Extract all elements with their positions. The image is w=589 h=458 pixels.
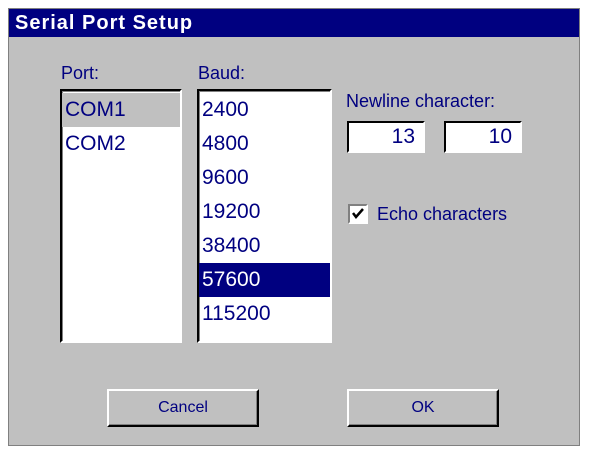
- port-item-com1[interactable]: COM1: [62, 93, 180, 127]
- echo-label: Echo characters: [377, 204, 508, 224]
- port-item-com2[interactable]: COM2: [62, 127, 180, 161]
- dialog-title: Serial Port Setup: [9, 9, 579, 37]
- baud-item-38400[interactable]: 38400: [199, 229, 330, 263]
- cancel-button[interactable]: Cancel: [107, 389, 259, 427]
- baud-listbox[interactable]: 2400 4800 9600 19200 38400 57600 115200: [197, 89, 332, 343]
- baud-item-115200[interactable]: 115200: [199, 297, 330, 331]
- newline-label: Newline character:: [346, 91, 496, 111]
- port-label: Port:: [61, 63, 100, 83]
- baud-item-4800[interactable]: 4800: [199, 127, 330, 161]
- port-listbox[interactable]: COM1 COM2: [60, 89, 182, 343]
- baud-item-9600[interactable]: 9600: [199, 161, 330, 195]
- baud-item-2400[interactable]: 2400: [199, 93, 330, 127]
- newline-char1-input[interactable]: 13: [347, 121, 425, 153]
- baud-item-57600[interactable]: 57600: [199, 263, 330, 297]
- echo-checkbox[interactable]: [348, 204, 368, 224]
- ok-button[interactable]: OK: [347, 389, 499, 427]
- serial-port-setup-dialog: Serial Port Setup Port: COM1 COM2 Baud: …: [8, 8, 580, 446]
- baud-item-19200[interactable]: 19200: [199, 195, 330, 229]
- checkmark-icon: [352, 208, 364, 219]
- baud-label: Baud:: [198, 63, 246, 83]
- newline-char2-input[interactable]: 10: [444, 121, 522, 153]
